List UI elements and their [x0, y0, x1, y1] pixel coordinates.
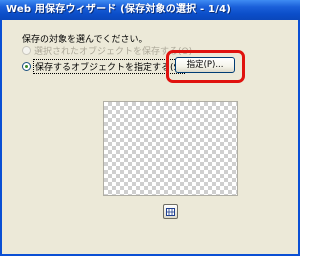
wizard-window: Web 用保存ウィザード (保存対象の選択 - 1/4) 保存の対象を選んでくだ… — [0, 0, 300, 256]
preview-button[interactable] — [163, 204, 178, 219]
specify-button[interactable]: 指定(P)... — [175, 57, 235, 73]
grid-icon — [166, 207, 175, 216]
preview-area — [103, 101, 238, 196]
window-title: Web 用保存ウィザード (保存対象の選択 - 1/4) — [0, 0, 300, 20]
radio-selected-dot — [25, 64, 28, 68]
option-specify-objects[interactable]: 保存するオブジェクトを指定する(S) — [22, 58, 185, 74]
radio-specify-objects[interactable] — [22, 61, 31, 71]
radio-save-selected[interactable] — [22, 45, 31, 55]
option-specify-objects-label: 保存するオブジェクトを指定する(S) — [33, 58, 185, 74]
